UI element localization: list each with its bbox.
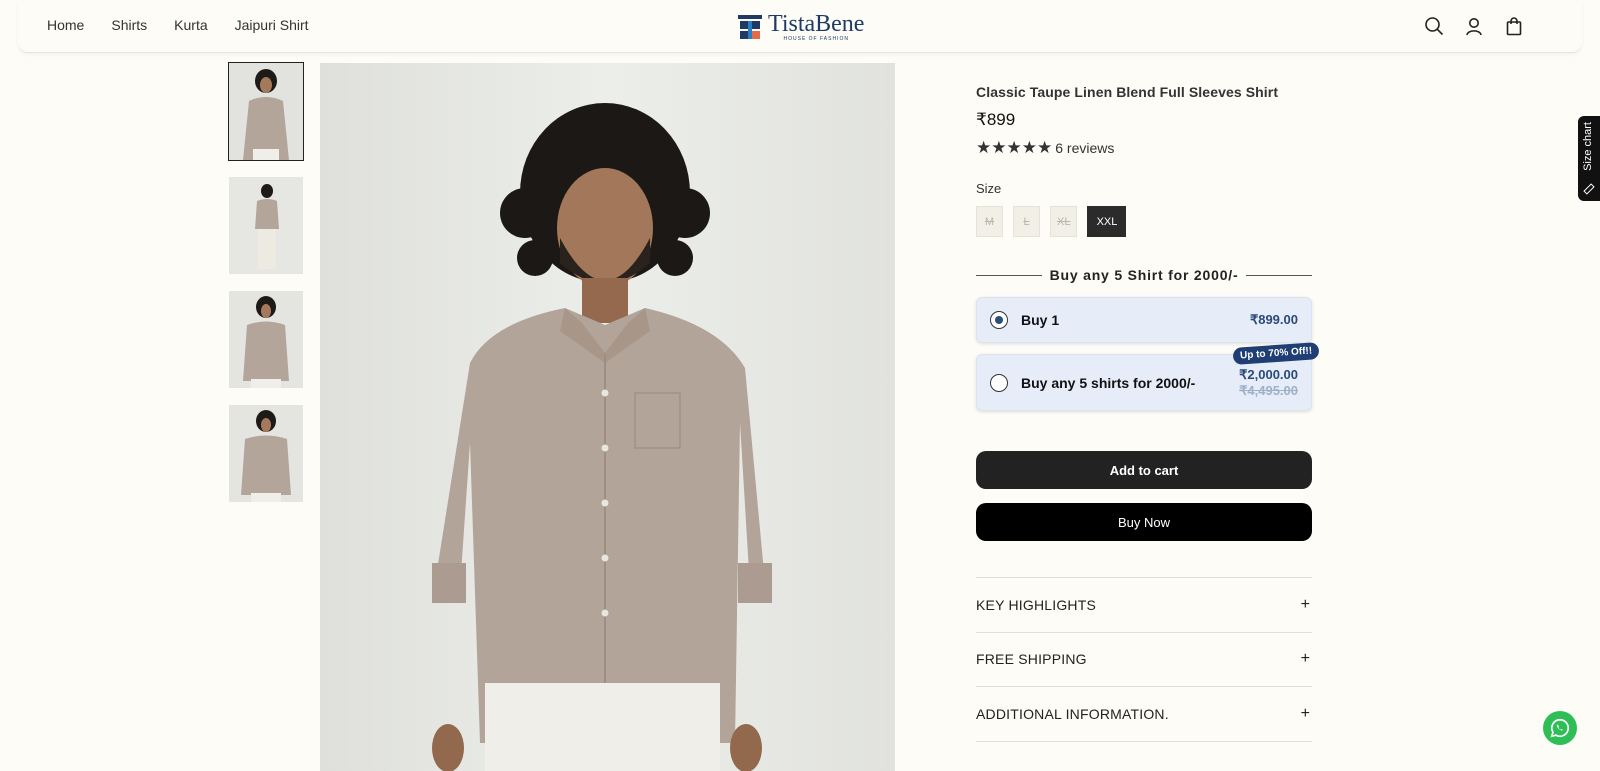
option-price: ₹2,000.00 xyxy=(1239,366,1298,382)
radio-selected[interactable] xyxy=(990,311,1008,329)
product-price: ₹899 xyxy=(976,110,1016,129)
site-header: Home Shirts Kurta Jaipuri Shirt TistaBen… xyxy=(18,0,1582,53)
plus-icon: + xyxy=(1300,595,1310,613)
reviews-count[interactable]: 6 reviews xyxy=(1055,140,1114,156)
logo-wordmark: TistaBene HOUSE OF FASHION xyxy=(768,10,865,42)
star-icon: ★ xyxy=(1006,138,1022,157)
plus-icon: + xyxy=(1300,650,1310,668)
nav-home[interactable]: Home xyxy=(47,17,84,33)
product-main-image[interactable] xyxy=(320,63,895,771)
bundle-option-buy-1[interactable]: Buy 1 ₹899.00 xyxy=(976,297,1312,343)
ruler-icon xyxy=(1583,183,1595,195)
option-label: Buy any 5 shirts for 2000/- xyxy=(1021,374,1196,391)
accordion-additional-information[interactable]: ADDITIONAL INFORMATION. + xyxy=(976,687,1312,742)
product-title: Classic Taupe Linen Blend Full Sleeves S… xyxy=(976,84,1279,100)
nav-kurta[interactable]: Kurta xyxy=(174,17,207,33)
product-info: Classic Taupe Linen Blend Full Sleeves S… xyxy=(976,84,1320,742)
size-selector: M L XL XXL xyxy=(976,206,1312,237)
accordion-label: ADDITIONAL INFORMATION. xyxy=(976,705,1169,722)
star-icon: ★ xyxy=(1037,138,1053,157)
bundle-option-buy-5[interactable]: Buy any 5 shirts for 2000/- ₹2,000.00 ₹4… xyxy=(976,342,1320,411)
search-icon[interactable] xyxy=(1424,16,1444,36)
buy-now-button[interactable]: Buy Now xyxy=(976,503,1312,541)
size-label: Size xyxy=(976,181,1002,196)
accordion-label: FREE SHIPPING xyxy=(976,651,1087,668)
bundle-heading: Buy any 5 Shirt for 2000/- xyxy=(976,267,1313,283)
radio-unselected[interactable] xyxy=(990,373,1008,392)
thumbnail-2[interactable] xyxy=(229,177,303,274)
logo-tagline: HOUSE OF FASHION xyxy=(783,35,849,42)
thumbnail-4[interactable] xyxy=(229,405,303,502)
main-nav: Home Shirts Kurta Jaipuri Shirt xyxy=(47,17,336,33)
option-price: ₹899.00 xyxy=(1249,312,1298,327)
accordion-free-shipping[interactable]: FREE SHIPPING + xyxy=(976,633,1312,687)
rating[interactable]: ★ ★ ★ ★ ★ 6 reviews xyxy=(976,138,1312,157)
option-price-group: ₹2,000.00 ₹4,495.00 xyxy=(1239,367,1298,399)
accordion-key-highlights[interactable]: KEY HIGHLIGHTS + xyxy=(976,578,1312,633)
whatsapp-button[interactable] xyxy=(1543,711,1577,745)
discount-badge: Up to 70% Off!! xyxy=(1232,342,1320,365)
cart-bag-icon[interactable] xyxy=(1504,16,1524,36)
divider xyxy=(1246,274,1313,276)
accordion: KEY HIGHLIGHTS + FREE SHIPPING + ADDITIO… xyxy=(976,577,1312,742)
logo-mark-icon xyxy=(736,13,764,41)
thumbnail-gallery xyxy=(228,62,304,519)
add-to-cart-button[interactable]: Add to cart xyxy=(976,451,1312,489)
star-icon: ★ xyxy=(991,138,1007,157)
thumbnail-3[interactable] xyxy=(229,291,303,388)
thumbnail-1[interactable] xyxy=(228,62,304,161)
divider xyxy=(976,274,1042,276)
size-option-xxl[interactable]: XXL xyxy=(1087,206,1127,237)
accordion-label: KEY HIGHLIGHTS xyxy=(976,596,1097,613)
whatsapp-icon xyxy=(1550,718,1570,738)
size-option-l[interactable]: L xyxy=(1013,206,1040,237)
size-option-xl[interactable]: XL xyxy=(1050,206,1078,237)
account-icon[interactable] xyxy=(1464,16,1484,36)
size-option-m[interactable]: M xyxy=(976,206,1003,237)
option-label: Buy 1 xyxy=(1021,312,1060,328)
bundle-title: Buy any 5 Shirt for 2000/- xyxy=(1049,267,1239,283)
size-chart-tab[interactable]: Size chart xyxy=(1578,116,1600,201)
logo-word: TistaBene xyxy=(768,10,865,37)
star-icon: ★ xyxy=(1021,138,1037,157)
star-icon: ★ xyxy=(976,138,992,157)
header-icons xyxy=(1424,16,1524,36)
nav-jaipuri-shirt[interactable]: Jaipuri Shirt xyxy=(235,17,309,33)
size-chart-label: Size chart xyxy=(1582,122,1594,171)
brand-logo[interactable]: TistaBene HOUSE OF FASHION xyxy=(736,8,866,46)
nav-shirts[interactable]: Shirts xyxy=(111,17,147,33)
option-compare-price: ₹4,495.00 xyxy=(1239,382,1298,398)
plus-icon: + xyxy=(1300,704,1310,722)
